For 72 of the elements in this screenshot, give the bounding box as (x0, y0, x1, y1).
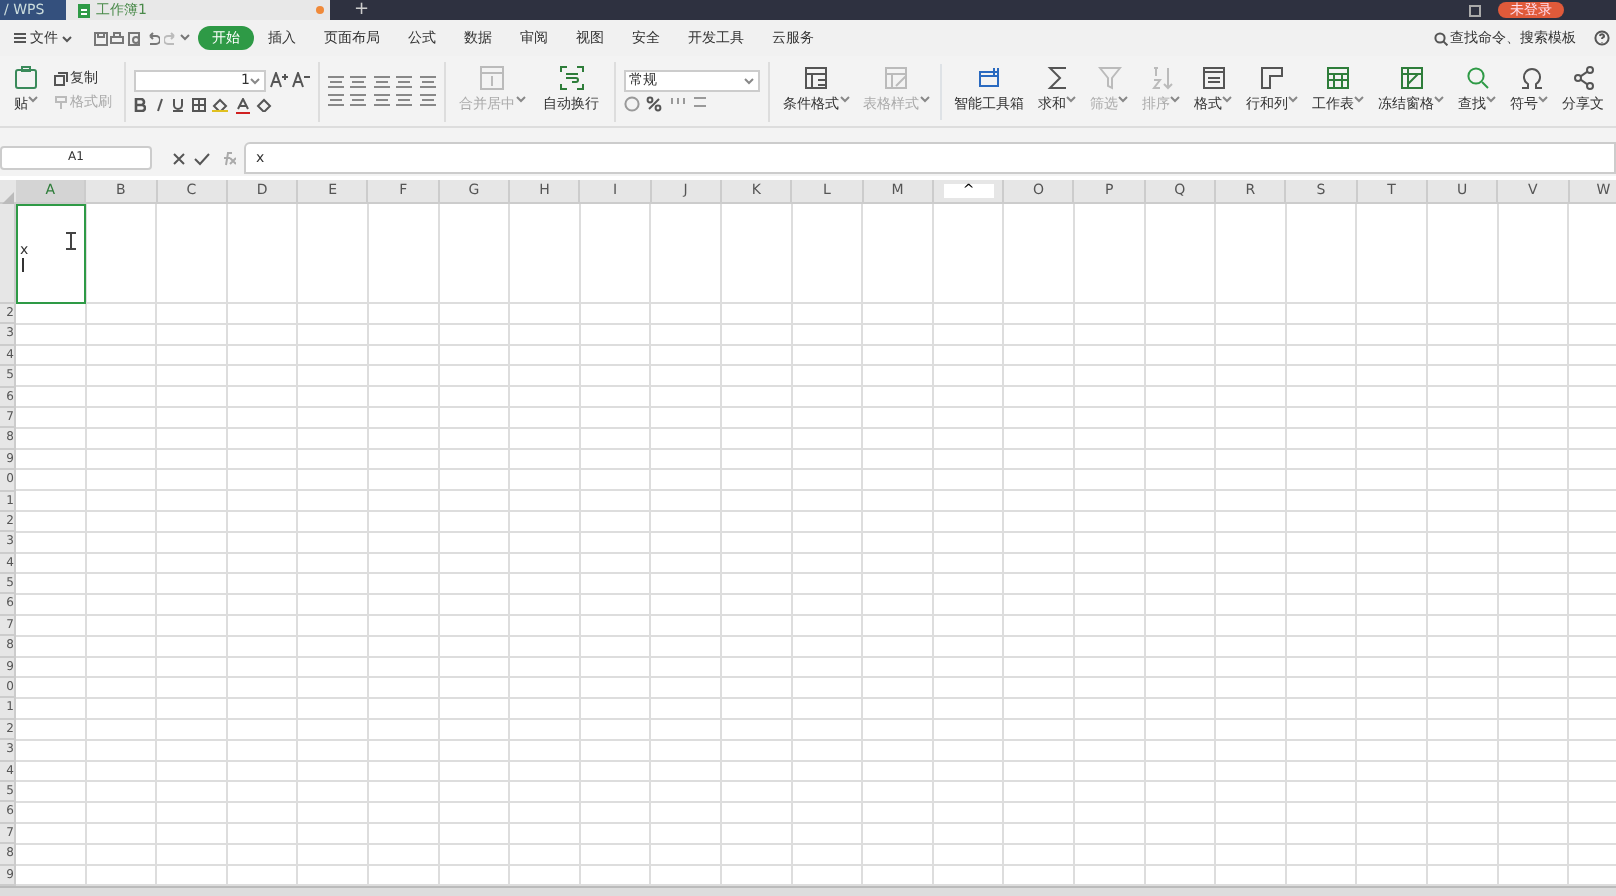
omega-icon (1517, 66, 1541, 91)
shrink-font-icon[interactable] (291, 72, 309, 88)
merge-icon (480, 66, 504, 91)
caret-icon[interactable] (180, 31, 191, 45)
search-icon (1465, 66, 1489, 91)
cancel-icon[interactable] (172, 151, 186, 165)
sigma-icon (1045, 66, 1069, 91)
copy-icon (54, 71, 68, 86)
italic-icon[interactable] (153, 98, 165, 112)
align-icon[interactable] (327, 94, 343, 107)
caret-icon (250, 75, 260, 85)
caret-icon (839, 94, 849, 105)
font-color-icon[interactable] (235, 97, 249, 113)
print-icon[interactable] (110, 31, 125, 45)
caret-icon (1434, 94, 1444, 105)
border-icon[interactable] (191, 98, 205, 112)
menu-icon (14, 32, 26, 44)
rows-columns-icon (1260, 66, 1284, 91)
percent-icon[interactable] (646, 95, 662, 112)
text-caret (22, 258, 24, 272)
window-icon[interactable] (1468, 3, 1482, 17)
bold-icon[interactable] (134, 98, 146, 112)
caret-icon (1066, 94, 1076, 105)
table-edit-icon (884, 66, 908, 91)
caret-icon (743, 76, 753, 87)
align-icon[interactable] (350, 94, 366, 107)
align-icon[interactable] (396, 94, 412, 107)
eraser-icon[interactable] (256, 98, 272, 112)
align-icon[interactable] (373, 75, 389, 88)
undo-icon[interactable] (145, 31, 160, 45)
caret-icon (62, 33, 72, 43)
caret-icon (919, 94, 929, 105)
align-icon[interactable] (419, 94, 435, 107)
table-icon (804, 66, 828, 91)
search-icon (1433, 31, 1448, 45)
grow-font-icon[interactable] (269, 72, 288, 88)
help-icon[interactable] (1593, 30, 1609, 46)
function-icon[interactable] (218, 151, 236, 165)
brush-icon (54, 96, 68, 111)
paste-icon (14, 66, 38, 91)
caret-icon (1170, 94, 1180, 105)
decimal-icon[interactable] (692, 95, 708, 112)
fill-color-icon[interactable] (212, 98, 228, 112)
align-icon[interactable] (373, 94, 389, 107)
caret-icon (1118, 94, 1128, 105)
share-icon (1571, 66, 1595, 91)
caret-icon (1486, 94, 1496, 105)
freeze-icon (1399, 66, 1423, 91)
grid-icon (1326, 66, 1350, 91)
sort-icon (1149, 66, 1173, 91)
spreadsheet-icon (78, 3, 90, 17)
caret-icon (1222, 94, 1232, 105)
align-icon[interactable] (396, 75, 412, 88)
caret-icon (28, 94, 38, 105)
underline-icon[interactable] (172, 98, 184, 112)
new-tab-button[interactable]: + (354, 0, 370, 20)
toolbox-icon (977, 66, 1001, 91)
format-icon (1201, 66, 1225, 91)
text-cursor-icon (66, 232, 76, 250)
preview-icon[interactable] (128, 31, 142, 45)
caret-icon (1288, 94, 1298, 105)
caret-icon (1538, 94, 1548, 105)
wrap-icon (559, 66, 583, 91)
save-icon[interactable] (93, 31, 107, 45)
align-icon[interactable] (419, 75, 435, 88)
currency-icon[interactable] (623, 95, 639, 112)
align-icon[interactable] (327, 75, 343, 88)
confirm-icon[interactable] (194, 151, 210, 165)
caret-icon (515, 94, 525, 105)
funnel-icon (1097, 66, 1121, 91)
align-icon[interactable] (350, 75, 366, 88)
caret-icon (1354, 94, 1364, 105)
